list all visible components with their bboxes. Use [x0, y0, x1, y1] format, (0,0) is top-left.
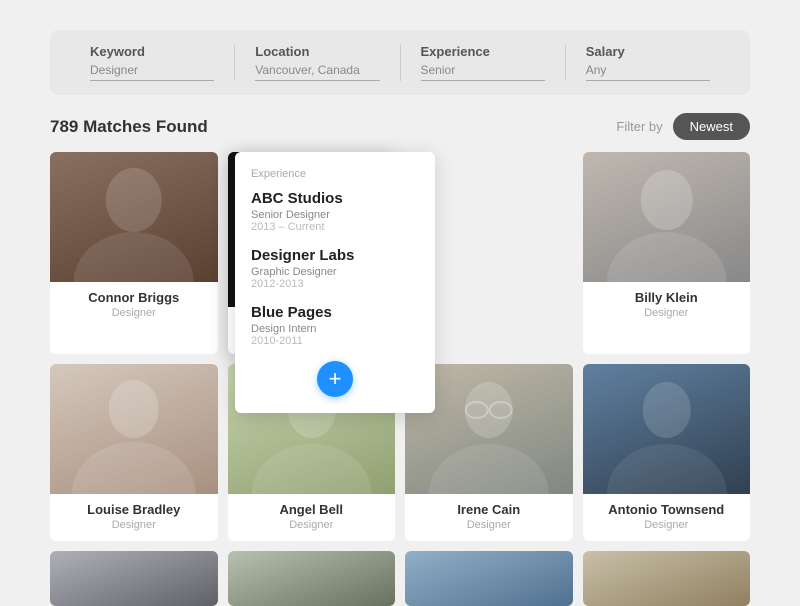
card-info-billy: Billy Klein Designer [583, 282, 751, 329]
salary-field[interactable]: Salary Any [566, 44, 730, 81]
card-r3c1[interactable] [50, 551, 218, 606]
card-info-angel: Angel Bell Designer [228, 494, 396, 541]
exp-item-2: Blue Pages Design Intern 2010-2011 [251, 304, 419, 347]
experience-section-label: Experience [251, 168, 419, 180]
card-name-louise: Louise Bradley [58, 502, 210, 517]
card-r3c3[interactable] [405, 551, 573, 606]
card-name-angel: Angel Bell [236, 502, 388, 517]
card-title-louise: Designer [58, 519, 210, 531]
filter-section: Filter by Newest [616, 113, 750, 140]
card-image-r3c1 [50, 551, 218, 606]
card-image-antonio [583, 364, 751, 494]
card-name-antonio: Antonio Townsend [591, 502, 743, 517]
card-name-billy: Billy Klein [591, 290, 743, 305]
card-image-billy [583, 152, 751, 282]
keyword-value: Designer [90, 63, 214, 81]
card-billy[interactable]: Billy Klein Designer [583, 152, 751, 354]
card-title-irene: Designer [413, 519, 565, 531]
exp-company-2: Blue Pages [251, 304, 419, 321]
card-r3c4[interactable] [583, 551, 751, 606]
exp-item-1: Designer Labs Graphic Designer 2012-2013 [251, 247, 419, 290]
card-title-antonio: Designer [591, 519, 743, 531]
add-candidate-button[interactable]: + [317, 361, 353, 397]
experience-field[interactable]: Experience Senior [401, 44, 566, 81]
card-info-antonio: Antonio Townsend Designer [583, 494, 751, 541]
experience-value: Senior [421, 63, 545, 81]
card-louise[interactable]: Louise Bradley Designer [50, 364, 218, 541]
card-image-connor [50, 152, 218, 282]
exp-dates-2: 2010-2011 [251, 335, 419, 347]
card-connor[interactable]: Connor Briggs Designer [50, 152, 218, 354]
card-image-r3c2 [228, 551, 396, 606]
card-name-connor: Connor Briggs [58, 290, 210, 305]
exp-role-2: Design Intern [251, 323, 419, 335]
card-title-connor: Designer [58, 307, 210, 319]
filter-newest-button[interactable]: Newest [673, 113, 750, 140]
card-info-connor: Connor Briggs Designer [50, 282, 218, 329]
card-info-irene: Irene Cain Designer [405, 494, 573, 541]
keyword-label: Keyword [90, 44, 214, 59]
card-title-angel: Designer [236, 519, 388, 531]
salary-label: Salary [586, 44, 710, 59]
exp-role-1: Graphic Designer [251, 266, 419, 278]
experience-label: Experience [421, 44, 545, 59]
salary-value: Any [586, 63, 710, 81]
experience-popup: Experience ABC Studios Senior Designer 2… [235, 152, 435, 413]
card-image-louise [50, 364, 218, 494]
location-value: Vancouver, Canada [255, 63, 379, 81]
location-field[interactable]: Location Vancouver, Canada [235, 44, 400, 81]
exp-dates-1: 2012-2013 [251, 278, 419, 290]
exp-company-1: Designer Labs [251, 247, 419, 264]
card-info-louise: Louise Bradley Designer [50, 494, 218, 541]
card-image-r3c3 [405, 551, 573, 606]
exp-item-0: ABC Studios Senior Designer 2013 – Curre… [251, 190, 419, 233]
search-bar: Keyword Designer Location Vancouver, Can… [50, 30, 750, 95]
card-title-billy: Designer [591, 307, 743, 319]
keyword-field[interactable]: Keyword Designer [70, 44, 235, 81]
card-r3c2[interactable] [228, 551, 396, 606]
card-image-r3c4 [583, 551, 751, 606]
card-antonio[interactable]: Antonio Townsend Designer [583, 364, 751, 541]
results-header: 789 Matches Found Filter by Newest [50, 113, 750, 140]
exp-dates-0: 2013 – Current [251, 221, 419, 233]
exp-role-0: Senior Designer [251, 209, 419, 221]
results-grid-container: Connor Briggs Designer Richard Larson [50, 152, 750, 606]
filter-label: Filter by [616, 119, 662, 134]
results-count: 789 Matches Found [50, 117, 208, 137]
card-name-irene: Irene Cain [413, 502, 565, 517]
exp-company-0: ABC Studios [251, 190, 419, 207]
location-label: Location [255, 44, 379, 59]
